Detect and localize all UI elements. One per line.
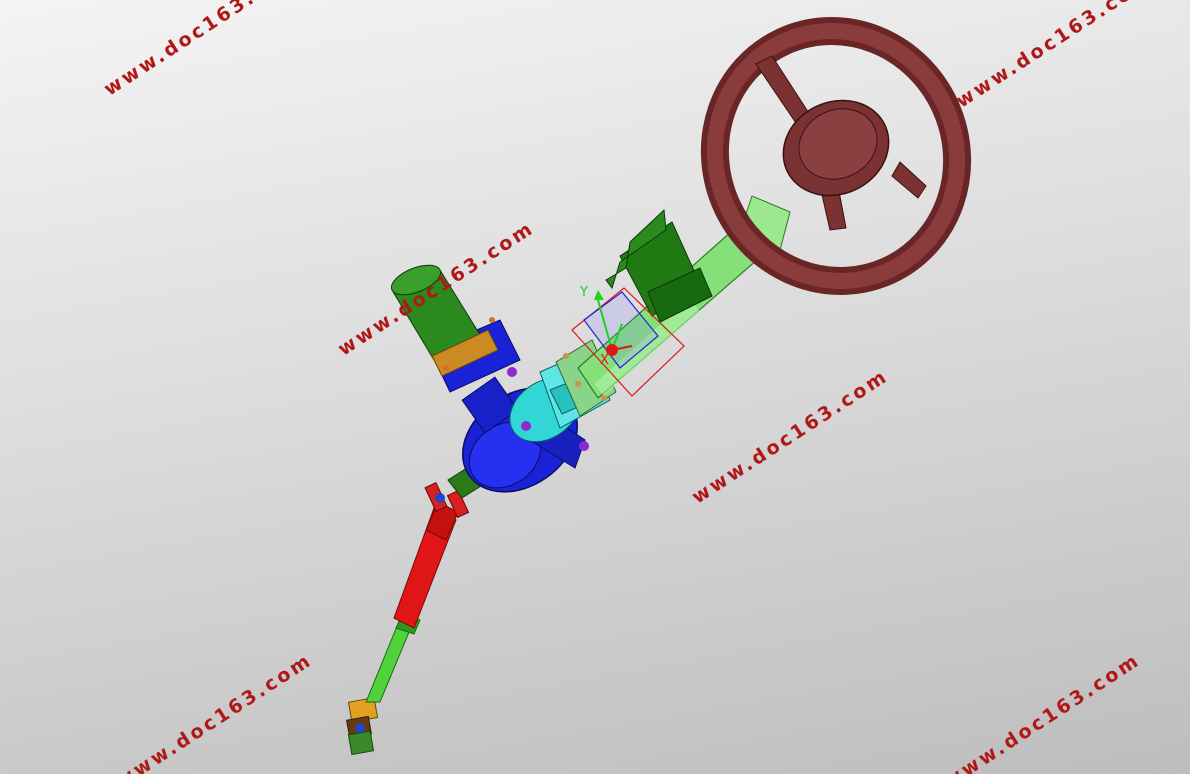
triad-x-label: X: [600, 353, 609, 368]
model-viewport[interactable]: Y X www.doc163.com www.doc163.com www.do…: [0, 0, 1190, 774]
lower-universal-joint[interactable]: [346, 697, 379, 756]
triad-y-label: Y: [579, 285, 588, 300]
red-intermediate-shaft[interactable]: [393, 482, 470, 629]
steering-assembly-model[interactable]: Y X: [0, 0, 1190, 774]
